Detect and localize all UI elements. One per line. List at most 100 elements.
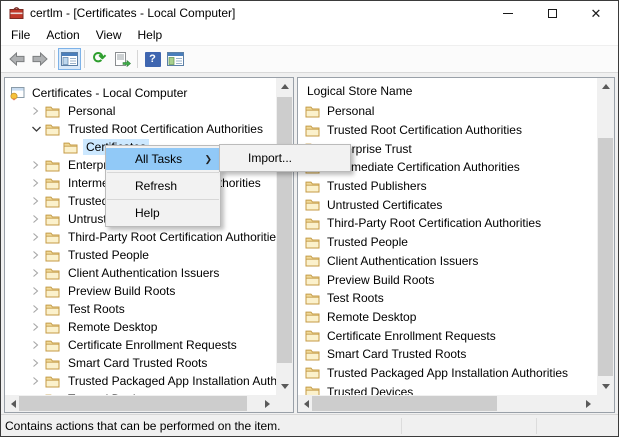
status-text: Contains actions that can be performed o… xyxy=(1,419,281,433)
tree-item-test-roots[interactable]: Test Roots xyxy=(5,300,276,318)
list-item-trusted-people[interactable]: Trusted People xyxy=(298,233,597,252)
title-bar: certlm - [Certificates - Local Computer]… xyxy=(1,1,618,25)
tree-item-trusted-packaged-app-installation-authorities[interactable]: Trusted Packaged App Installation Author… xyxy=(5,372,276,390)
help-button[interactable]: ? xyxy=(141,48,164,70)
chevron-collapsed-icon[interactable] xyxy=(27,358,45,368)
tree-item-certificate-enrollment-requests[interactable]: Certificate Enrollment Requests xyxy=(5,336,276,354)
menu-help[interactable]: Help xyxy=(130,26,171,44)
tree-item-client-authentication-issuers[interactable]: Client Authentication Issuers xyxy=(5,264,276,282)
chevron-collapsed-icon[interactable] xyxy=(27,268,45,278)
tree-item-remote-desktop[interactable]: Remote Desktop xyxy=(5,318,276,336)
right-vertical-scrollbar[interactable] xyxy=(597,78,614,395)
triangle-left-icon xyxy=(11,400,16,408)
list-view-pane: Logical Store Name PersonalTrusted Root … xyxy=(297,77,615,413)
tree-item-label: Third-Party Root Certification Authoriti… xyxy=(65,229,276,245)
tree-item-preview-build-roots[interactable]: Preview Build Roots xyxy=(5,282,276,300)
left-horizontal-scrollbar[interactable] xyxy=(5,395,276,412)
submenu-arrow-icon: ❯ xyxy=(204,154,212,165)
chevron-collapsed-icon[interactable] xyxy=(27,232,45,242)
chevron-collapsed-icon[interactable] xyxy=(27,250,45,260)
scroll-right-arrow[interactable] xyxy=(580,395,597,412)
list-item-third-party-root-certification-authorities[interactable]: Third-Party Root Certification Authoriti… xyxy=(298,214,597,233)
right-horizontal-scrollbar[interactable] xyxy=(298,395,597,412)
status-separator xyxy=(536,418,537,434)
folder-icon xyxy=(45,357,61,370)
close-button[interactable]: ✕ xyxy=(574,1,618,25)
list-item-client-authentication-issuers[interactable]: Client Authentication Issuers xyxy=(298,252,597,271)
column-header-logical-store-name[interactable]: Logical Store Name xyxy=(298,78,597,98)
chevron-collapsed-icon[interactable] xyxy=(27,106,45,116)
certificates-console-icon xyxy=(9,86,25,101)
submenu-item-import[interactable]: Import... xyxy=(220,147,350,169)
show-hide-console-tree-button[interactable] xyxy=(58,48,81,70)
tree-item-certificates-local-computer[interactable]: Certificates - Local Computer xyxy=(5,84,276,102)
forward-button[interactable] xyxy=(28,48,51,70)
folder-icon xyxy=(305,273,321,286)
tree-item-smart-card-trusted-roots[interactable]: Smart Card Trusted Roots xyxy=(5,354,276,372)
list-item-label: Intermediate Certification Authorities xyxy=(327,160,520,174)
tree-item-label: Trusted People xyxy=(65,247,152,263)
scroll-up-arrow[interactable] xyxy=(597,78,614,95)
menu-action[interactable]: Action xyxy=(38,26,87,44)
context-menu-item-refresh[interactable]: Refresh xyxy=(106,175,220,197)
list-item-preview-build-roots[interactable]: Preview Build Roots xyxy=(298,270,597,289)
list-item-personal[interactable]: Personal xyxy=(298,102,597,121)
export-list-button[interactable] xyxy=(111,48,134,70)
chevron-collapsed-icon[interactable] xyxy=(27,196,45,206)
chevron-collapsed-icon[interactable] xyxy=(27,178,45,188)
chevron-collapsed-icon[interactable] xyxy=(27,322,45,332)
list-item-test-roots[interactable]: Test Roots xyxy=(298,289,597,308)
back-button[interactable] xyxy=(5,48,28,70)
scroll-right-arrow[interactable] xyxy=(259,395,276,412)
chevron-collapsed-icon[interactable] xyxy=(27,214,45,224)
list-item-trusted-packaged-app-installation-authorities[interactable]: Trusted Packaged App Installation Author… xyxy=(298,364,597,383)
maximize-button[interactable] xyxy=(530,1,574,25)
menu-item-label: Refresh xyxy=(135,179,177,193)
chevron-collapsed-icon[interactable] xyxy=(27,304,45,314)
menu-view[interactable]: View xyxy=(88,26,130,44)
refresh-button[interactable]: ⟳ xyxy=(88,48,111,70)
folder-icon xyxy=(45,105,61,118)
tree-item-label: Preview Build Roots xyxy=(65,283,178,299)
chevron-collapsed-icon[interactable] xyxy=(27,376,45,386)
toolbar-separator xyxy=(54,50,55,68)
left-vertical-scrollbar[interactable] xyxy=(276,78,293,395)
left-vscroll-thumb[interactable] xyxy=(277,97,292,363)
list-item-certificate-enrollment-requests[interactable]: Certificate Enrollment Requests xyxy=(298,326,597,345)
folder-icon xyxy=(305,217,321,230)
folder-icon xyxy=(45,321,61,334)
list-item-trusted-publishers[interactable]: Trusted Publishers xyxy=(298,177,597,196)
folder-icon xyxy=(45,285,61,298)
scroll-down-arrow[interactable] xyxy=(597,378,614,395)
tree-item-personal[interactable]: Personal xyxy=(5,102,276,120)
right-vscroll-thumb[interactable] xyxy=(598,138,613,376)
context-menu-item-help[interactable]: Help xyxy=(106,202,220,224)
left-hscroll-thumb[interactable] xyxy=(19,396,247,411)
close-icon: ✕ xyxy=(591,7,602,20)
right-hscroll-thumb[interactable] xyxy=(312,396,497,411)
scroll-up-arrow[interactable] xyxy=(276,78,293,95)
chevron-collapsed-icon[interactable] xyxy=(27,160,45,170)
scroll-down-arrow[interactable] xyxy=(276,378,293,395)
chevron-collapsed-icon[interactable] xyxy=(27,286,45,296)
folder-icon xyxy=(305,236,321,249)
tree-item-trusted-people[interactable]: Trusted People xyxy=(5,246,276,264)
list-item-trusted-devices[interactable]: Trusted Devices xyxy=(298,382,597,395)
context-menu-item-all-tasks[interactable]: All Tasks❯ xyxy=(106,148,220,170)
minimize-button[interactable] xyxy=(486,1,530,25)
folder-icon xyxy=(45,375,61,388)
tree-item-third-party-root-certification-authorities[interactable]: Third-Party Root Certification Authoriti… xyxy=(5,228,276,246)
menu-file[interactable]: File xyxy=(3,26,38,44)
show-hide-action-pane-button[interactable] xyxy=(164,48,187,70)
list-item-trusted-root-certification-authorities[interactable]: Trusted Root Certification Authorities xyxy=(298,121,597,140)
list-item-smart-card-trusted-roots[interactable]: Smart Card Trusted Roots xyxy=(298,345,597,364)
list-item-remote-desktop[interactable]: Remote Desktop xyxy=(298,308,597,327)
tree-item-label: Personal xyxy=(65,103,118,119)
tree-item-label: Trusted Root Certification Authorities xyxy=(65,121,266,137)
tree-item-label: Certificates - Local Computer xyxy=(29,85,190,101)
chevron-expanded-icon[interactable] xyxy=(27,124,45,134)
list-item-untrusted-certificates[interactable]: Untrusted Certificates xyxy=(298,195,597,214)
chevron-collapsed-icon[interactable] xyxy=(27,340,45,350)
tree-item-trusted-root-certification-authorities[interactable]: Trusted Root Certification Authorities xyxy=(5,120,276,138)
list-item-label: Preview Build Roots xyxy=(327,273,434,287)
